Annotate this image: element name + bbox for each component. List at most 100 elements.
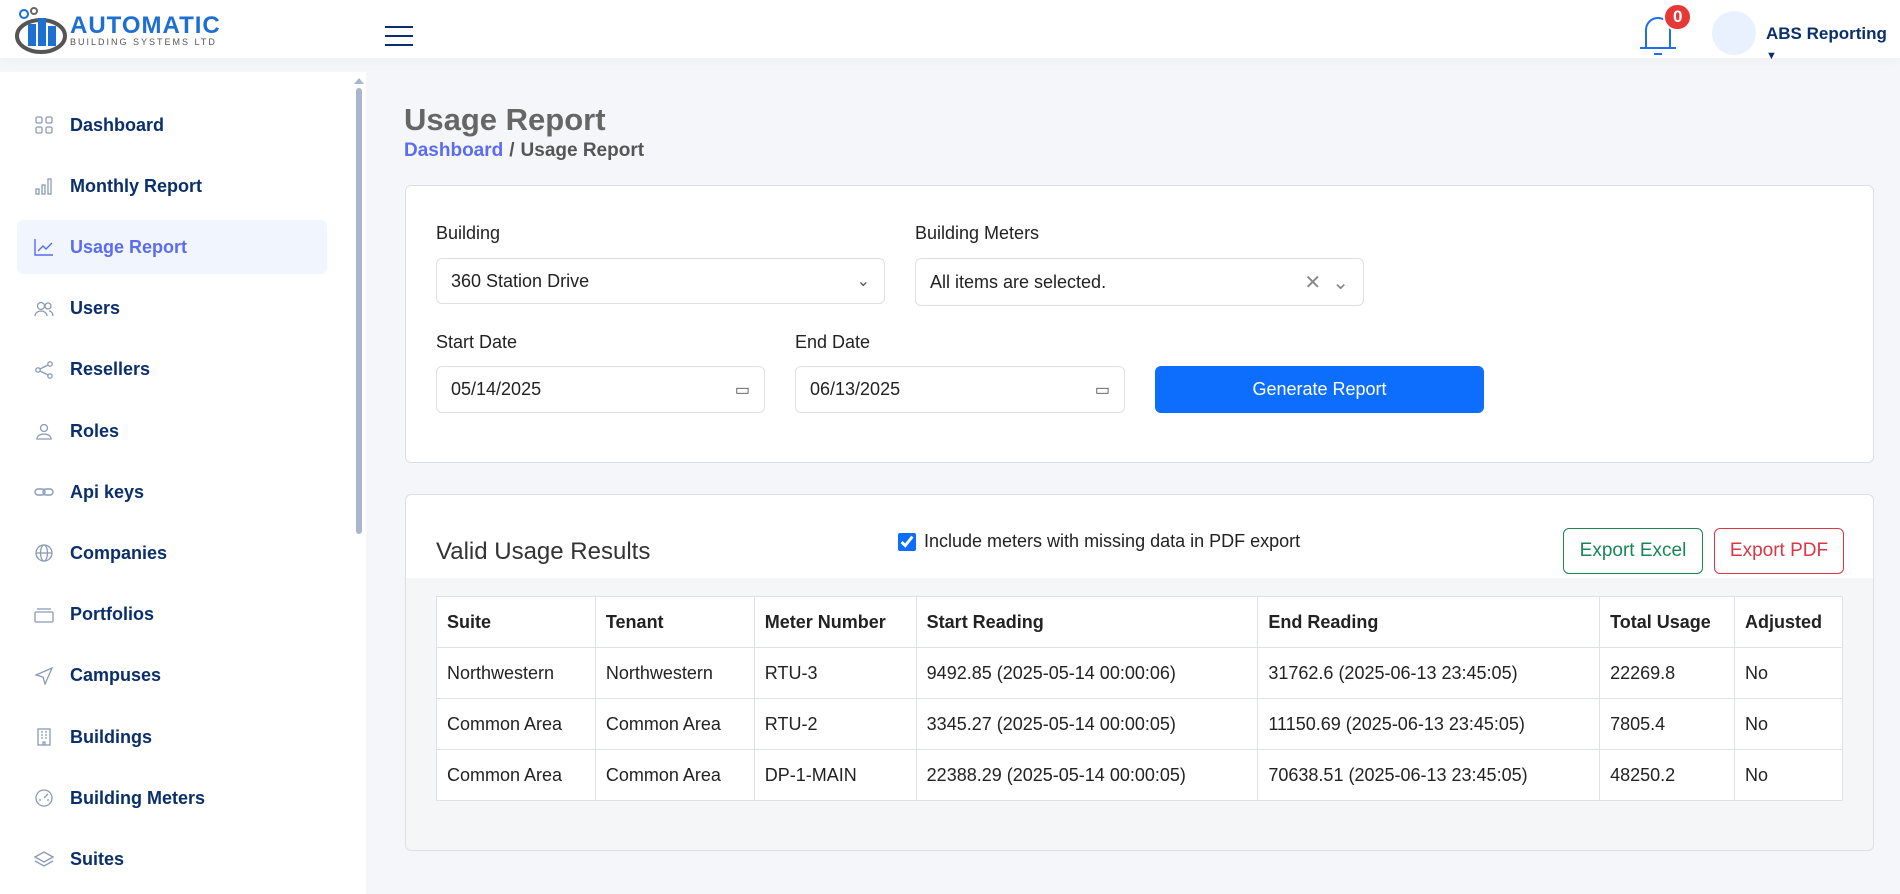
avatar[interactable] — [1712, 11, 1756, 55]
table-header-row: Suite Tenant Meter Number Start Reading End … — [436, 596, 1843, 648]
column-header[interactable]: Tenant — [594, 596, 755, 648]
table-cell: Northwestern — [436, 647, 596, 699]
sidebar-item-buildings[interactable]: Buildings — [17, 710, 327, 764]
chevron-down-icon: ⌄ — [1332, 271, 1349, 294]
table-cell: 9492.85 (2025-05-14 00:00:06) — [915, 647, 1259, 699]
include-missing-option[interactable]: Include meters with missing data in PDF … — [898, 531, 1300, 552]
sidebar-item-label: Suites — [70, 848, 125, 869]
table-cell: No — [1734, 749, 1843, 801]
sidebar: Dashboard Monthly Report Usage Report Users… — [0, 72, 366, 894]
sidebar-item-label: Companies — [70, 542, 168, 563]
sidebar-item-dashboard[interactable]: Dashboard — [17, 98, 327, 152]
company-logo[interactable]: AUTOMATIC BUILDING SYSTEMS LTD — [14, 6, 221, 56]
end-date-label: End Date — [795, 332, 871, 352]
column-header[interactable]: Meter Number — [753, 596, 917, 648]
sidebar-item-label: Monthly Report — [70, 175, 202, 196]
user-menu[interactable]: ABS Reporting ▼ — [1766, 24, 1900, 64]
sidebar-item-label: Buildings — [70, 726, 152, 747]
results-title: Valid Usage Results — [436, 538, 651, 565]
sidebar-item-label: Users — [70, 298, 121, 319]
export-excel-button[interactable]: Export Excel — [1563, 528, 1703, 574]
end-date-input[interactable]: 06/13/2025 ▭ — [795, 366, 1125, 413]
calendar-icon[interactable]: ▭ — [735, 380, 750, 400]
meters-value: All items are selected. — [930, 271, 1107, 292]
notification-badge: 0 — [1663, 3, 1693, 31]
calendar-icon[interactable]: ▭ — [1095, 380, 1110, 400]
logo-emblem-icon — [15, 7, 67, 54]
sidebar-item-roles[interactable]: Roles — [17, 404, 327, 458]
column-header[interactable]: Start Reading — [915, 596, 1259, 648]
sidebar-item-label: Building Meters — [70, 787, 206, 808]
table-cell: 70638.51 (2025-06-13 23:45:05) — [1257, 749, 1601, 801]
briefcase-icon — [33, 607, 55, 623]
sidebar-item-suites[interactable]: Suites — [17, 832, 327, 886]
table-cell: DP-1-MAIN — [753, 749, 917, 801]
table-cell: 3345.27 (2025-05-14 00:00:05) — [915, 698, 1259, 750]
globe-icon — [33, 544, 55, 563]
column-header[interactable]: Adjusted — [1734, 596, 1843, 648]
line-chart-icon — [33, 238, 55, 257]
table-cell: 7805.4 — [1599, 698, 1735, 750]
gauge-icon — [33, 789, 55, 807]
sidebar-item-label: Roles — [70, 420, 120, 441]
breadcrumb-current: Usage Report — [520, 140, 645, 161]
table-cell: 22388.29 (2025-05-14 00:00:05) — [915, 749, 1259, 801]
table-cell: No — [1734, 647, 1843, 699]
sidebar-item-resellers[interactable]: Resellers — [17, 343, 327, 397]
include-missing-label: Include meters with missing data in PDF … — [924, 531, 1301, 551]
meters-label: Building Meters — [915, 223, 1040, 243]
sidebar-item-users[interactable]: Users — [17, 282, 327, 336]
link-icon — [33, 485, 55, 499]
menu-toggle-button[interactable] — [385, 26, 413, 46]
table-cell: Common Area — [436, 698, 596, 750]
building-select[interactable]: 360 Station Drive ⌄ — [436, 258, 885, 304]
users-icon — [33, 300, 55, 318]
logo-text: AUTOMATIC — [70, 12, 221, 39]
start-date-value: 05/14/2025 — [451, 379, 542, 399]
sidebar-item-portfolios[interactable]: Portfolios — [17, 588, 327, 642]
sidebar-item-building-meters[interactable]: Building Meters — [17, 771, 327, 825]
clear-icon[interactable]: ✕ — [1304, 272, 1321, 294]
user-icon — [33, 422, 55, 440]
table-cell: 31762.6 (2025-06-13 23:45:05) — [1257, 647, 1601, 699]
column-header[interactable]: Total Usage — [1599, 596, 1735, 648]
table-row: Common Area Common Area RTU-2 3345.27 (2025… — [436, 698, 1843, 750]
sidebar-item-campuses[interactable]: Campuses — [17, 649, 327, 703]
include-missing-checkbox[interactable] — [898, 532, 916, 551]
usage-results-table: Suite Tenant Meter Number Start Reading End … — [436, 596, 1843, 801]
generate-report-button[interactable]: Generate Report — [1155, 366, 1484, 413]
building-value: 360 Station Drive — [451, 270, 590, 291]
sidebar-item-usage-report[interactable]: Usage Report — [17, 220, 327, 275]
start-date-label: Start Date — [436, 332, 518, 352]
top-header: AUTOMATIC BUILDING SYSTEMS LTD 0 ABS Rep… — [0, 0, 1900, 62]
table-cell: 48250.2 — [1599, 749, 1735, 801]
sidebar-item-api-keys[interactable]: Api keys — [17, 465, 327, 519]
sidebar-item-label: Campuses — [70, 665, 162, 686]
table-row: Common Area Common Area DP-1-MAIN 22388.29 … — [436, 749, 1843, 801]
results-header: Valid Usage Results Include meters with … — [406, 495, 1873, 578]
table-cell: Common Area — [594, 698, 755, 750]
start-date-input[interactable]: 05/14/2025 ▭ — [436, 366, 765, 413]
sidebar-item-monthly-report[interactable]: Monthly Report — [17, 159, 327, 213]
logo-subtext: BUILDING SYSTEMS LTD — [70, 37, 217, 47]
table-cell: 11150.69 (2025-06-13 23:45:05) — [1257, 698, 1601, 750]
share-icon — [33, 360, 55, 379]
building-label: Building — [436, 223, 501, 243]
sidebar-item-companies[interactable]: Companies — [17, 526, 327, 580]
scroll-up-arrow[interactable] — [354, 78, 364, 84]
user-name: ABS Reporting — [1766, 24, 1887, 43]
building-icon — [33, 728, 55, 746]
grid-icon — [33, 116, 55, 134]
sidebar-item-label: Api keys — [70, 481, 145, 502]
column-header[interactable]: End Reading — [1257, 596, 1601, 648]
table-cell: RTU-2 — [753, 698, 917, 750]
table-cell: RTU-3 — [753, 647, 917, 699]
sidebar-scrollbar[interactable] — [356, 88, 362, 534]
export-pdf-button[interactable]: Export PDF — [1714, 528, 1844, 574]
results-card: Valid Usage Results Include meters with … — [405, 494, 1874, 851]
breadcrumb: Dashboard / Usage Report — [404, 140, 645, 161]
column-header[interactable]: Suite — [436, 596, 596, 648]
meters-multiselect[interactable]: All items are selected. ✕ ⌄ — [915, 258, 1364, 306]
breadcrumb-home-link[interactable]: Dashboard — [404, 140, 503, 161]
table-cell: Northwestern — [594, 647, 755, 699]
